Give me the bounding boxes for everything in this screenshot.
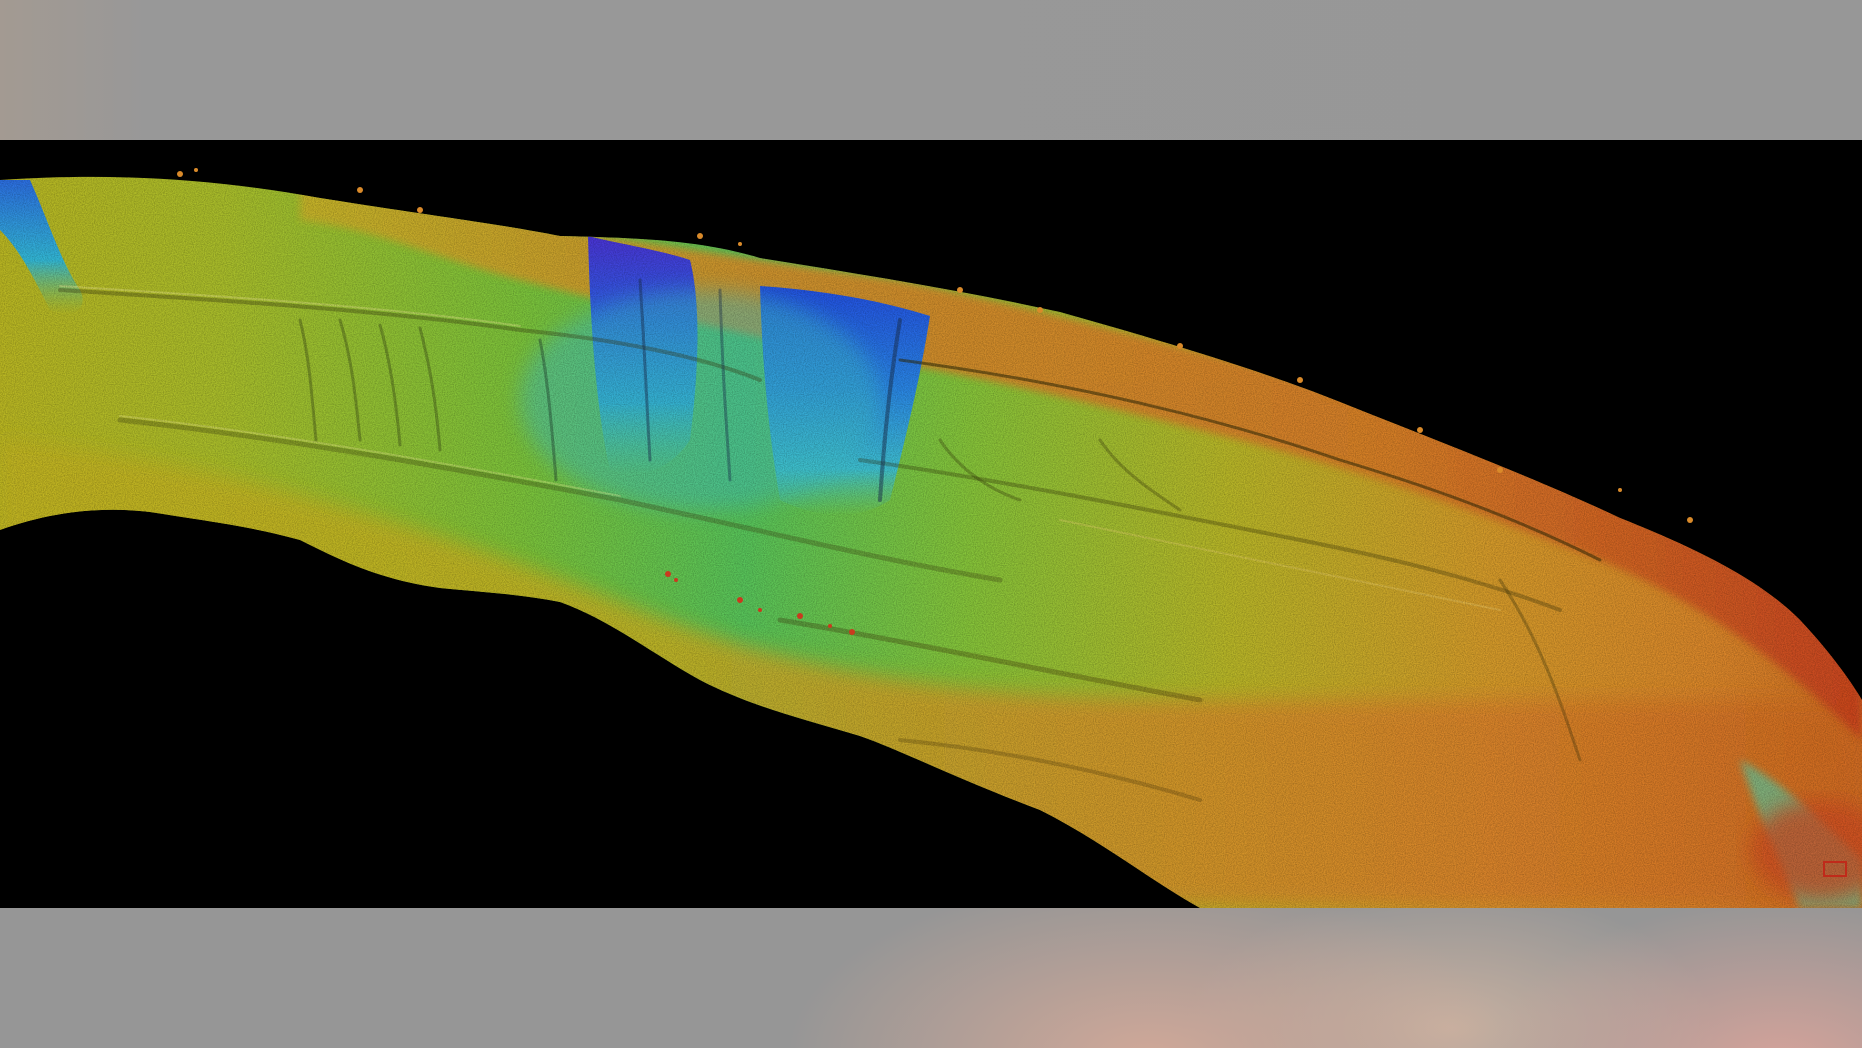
page xyxy=(0,0,1862,1048)
bottom-gray-band xyxy=(0,908,1862,1048)
bathymetry-image xyxy=(0,140,1862,908)
top-gray-band xyxy=(0,0,1862,140)
terrain-graphic xyxy=(0,140,1862,908)
